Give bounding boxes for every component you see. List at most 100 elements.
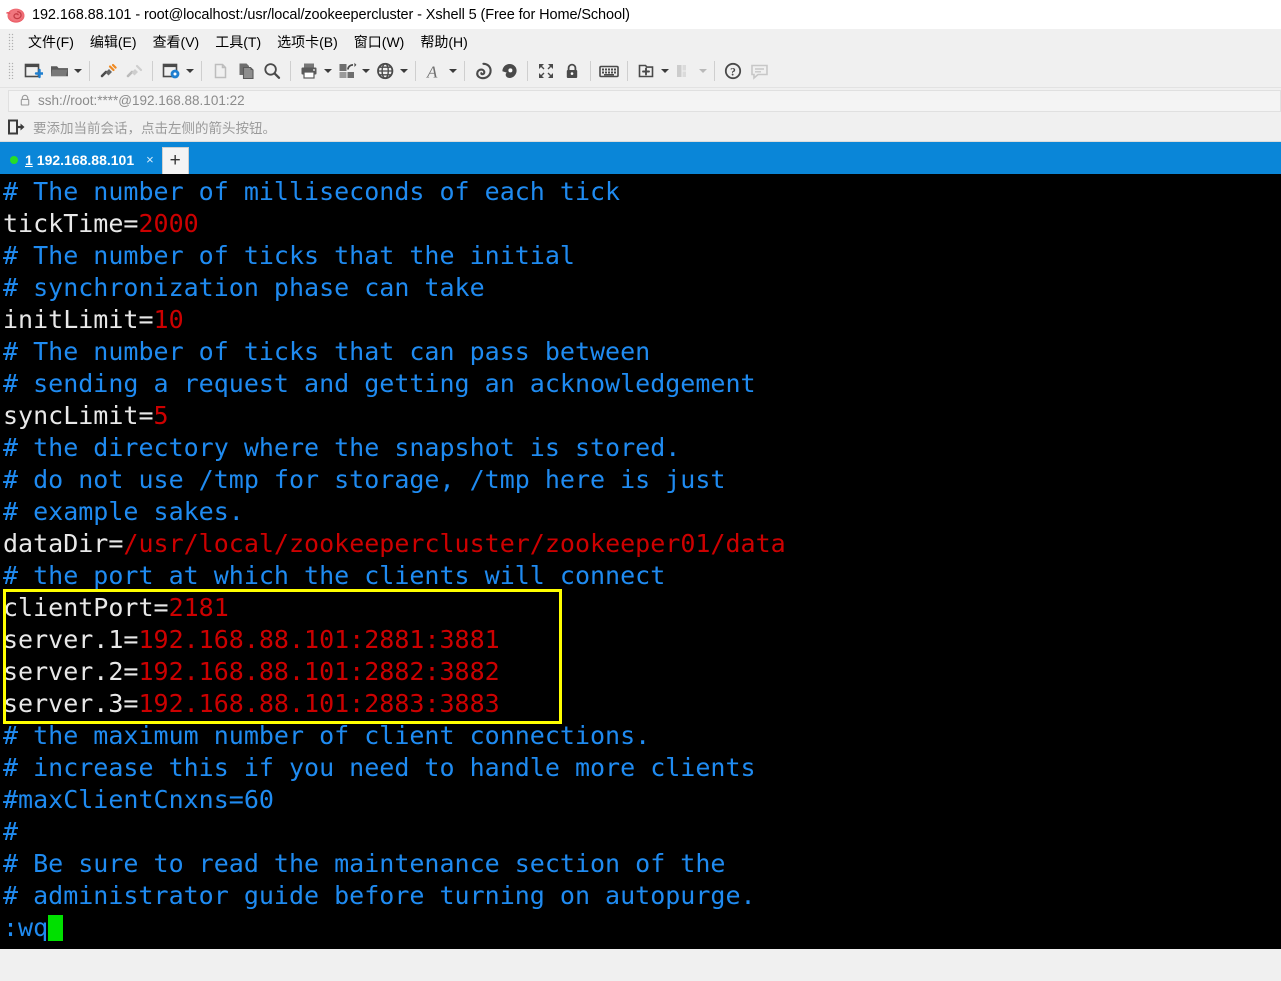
terminal-text-comment: # the port at which the clients will con… — [3, 561, 666, 590]
terminal-line: # Be sure to read the maintenance sectio… — [3, 848, 1281, 880]
hint-bar: 要添加当前会话，点击左侧的箭头按钮。 — [0, 113, 1281, 142]
connect-icon[interactable] — [95, 58, 121, 84]
add-to-folder-dropdown-caret-icon[interactable] — [659, 58, 671, 84]
terminal-text-comment: # example sakes. — [3, 497, 244, 526]
globe-dropdown-caret-icon[interactable] — [398, 58, 410, 84]
print-icon[interactable] — [296, 58, 322, 84]
terminal-text-key: syncLimit= — [3, 401, 154, 430]
toolbar-separator — [464, 60, 465, 81]
terminal-line: tickTime=2000 — [3, 208, 1281, 240]
menubar-grip-icon[interactable] — [8, 33, 14, 50]
menu-tabs[interactable]: 选项卡(B) — [269, 30, 346, 54]
session-properties-dropdown-caret-icon[interactable] — [184, 58, 196, 84]
xftp-icon[interactable] — [470, 58, 496, 84]
terminal-cursor — [48, 915, 64, 941]
toolbar-separator — [415, 60, 416, 81]
toolbar-separator — [527, 60, 528, 81]
globe-icon[interactable] — [372, 58, 398, 84]
help-icon[interactable]: ? — [720, 58, 746, 84]
terminal-screen[interactable]: # The number of milliseconds of each tic… — [0, 174, 1281, 949]
terminal-line: # The number of milliseconds of each tic… — [3, 176, 1281, 208]
terminal-line: server.1=192.168.88.101:2881:3881 — [3, 624, 1281, 656]
layout-icon[interactable] — [671, 58, 697, 84]
toolbar-separator — [590, 60, 591, 81]
url-bar-row: ssh://root:****@192.168.88.101:22 — [0, 88, 1281, 113]
font-dropdown-caret-icon[interactable] — [447, 58, 459, 84]
menu-window[interactable]: 窗口(W) — [346, 30, 413, 54]
terminal-text-val: /usr/local/zookeepercluster/zookeeper01/… — [123, 529, 786, 558]
layout-dropdown-caret-icon[interactable] — [697, 58, 709, 84]
toolbar-separator — [714, 60, 715, 81]
terminal-text-comment: # sending a request and getting an ackno… — [3, 369, 756, 398]
add-to-folder-icon[interactable] — [633, 58, 659, 84]
menu-tools[interactable]: 工具(T) — [207, 30, 269, 54]
terminal-line: # example sakes. — [3, 496, 1281, 528]
terminal-text-val: 192.168.88.101:2883:3883 — [138, 689, 500, 718]
toolbar-grip-icon[interactable] — [8, 62, 14, 79]
tab-192-168-88-101[interactable]: 1 192.168.88.101 × — [0, 145, 161, 174]
terminal-line: dataDir=/usr/local/zookeepercluster/zook… — [3, 528, 1281, 560]
transfer-file-dropdown-caret-icon[interactable] — [360, 58, 372, 84]
close-icon[interactable]: × — [146, 152, 154, 167]
add-session-arrow-icon[interactable] — [8, 119, 25, 135]
terminal-text-comment: # increase this if you need to handle mo… — [3, 753, 756, 782]
menu-edit[interactable]: 编辑(E) — [82, 30, 145, 54]
terminal-line: initLimit=10 — [3, 304, 1281, 336]
menu-help[interactable]: 帮助(H) — [412, 30, 475, 54]
keyboard-icon[interactable] — [596, 58, 622, 84]
font-icon[interactable]: A — [421, 58, 447, 84]
toolbar: A ? — [0, 54, 1281, 88]
terminal-text-comment: # — [3, 817, 19, 846]
terminal-line: server.3=192.168.88.101:2883:3883 — [3, 688, 1281, 720]
terminal-text-val: 2181 — [168, 593, 229, 622]
terminal-line: # the directory where the snapshot is st… — [3, 432, 1281, 464]
terminal-line: # increase this if you need to handle mo… — [3, 752, 1281, 784]
find-icon[interactable] — [259, 58, 285, 84]
terminal-line: syncLimit=5 — [3, 400, 1281, 432]
menu-view[interactable]: 查看(V) — [145, 30, 208, 54]
new-session-icon[interactable] — [20, 58, 46, 84]
terminal-line: clientPort=2181 — [3, 592, 1281, 624]
new-tab-button[interactable]: + — [161, 147, 189, 174]
terminal-text-comment: # synchronization phase can take — [3, 273, 485, 302]
session-properties-icon[interactable] — [158, 58, 184, 84]
paste-icon[interactable] — [233, 58, 259, 84]
terminal-text-comment: # The number of ticks that the initial — [3, 241, 575, 270]
tab-number: 1 — [25, 151, 33, 168]
terminal-text-comment: # The number of ticks that can pass betw… — [3, 337, 651, 366]
terminal-line: #maxClientCnxns=60 — [3, 784, 1281, 816]
title-bar: 192.168.88.101 - root@localhost:/usr/loc… — [0, 0, 1281, 29]
fullscreen-icon[interactable] — [533, 58, 559, 84]
tab-bar: 1 192.168.88.101 × + — [0, 142, 1281, 174]
terminal-text-comment: # administrator guide before turning on … — [3, 881, 756, 910]
svg-text:A: A — [426, 62, 438, 81]
lock-icon[interactable] — [559, 58, 585, 84]
terminal-text-comment: #maxClientCnxns=60 — [3, 785, 274, 814]
lock-icon — [19, 94, 31, 107]
terminal-line: # do not use /tmp for storage, /tmp here… — [3, 464, 1281, 496]
terminal-text-comment: # the maximum number of client connectio… — [3, 721, 651, 750]
print-dropdown-caret-icon[interactable] — [322, 58, 334, 84]
menu-file[interactable]: 文件(F) — [20, 30, 82, 54]
svg-text:?: ? — [730, 66, 736, 78]
terminal-text-key: initLimit= — [3, 305, 154, 334]
disconnect-icon[interactable] — [121, 58, 147, 84]
terminal-text-comment: # Be sure to read the maintenance sectio… — [3, 849, 726, 878]
comment-icon[interactable] — [746, 58, 772, 84]
terminal-line: # administrator guide before turning on … — [3, 880, 1281, 912]
copy-icon[interactable] — [207, 58, 233, 84]
terminal-line: # The number of ticks that the initial — [3, 240, 1281, 272]
open-folder-icon[interactable] — [46, 58, 72, 84]
terminal-lines: # The number of milliseconds of each tic… — [3, 176, 1281, 944]
terminal-text-key: clientPort= — [3, 593, 169, 622]
terminal-text-val: 5 — [153, 401, 169, 430]
terminal-text-key: tickTime= — [3, 209, 139, 238]
tab-status-dot-icon — [10, 155, 18, 164]
xshell-compose-icon[interactable] — [496, 58, 522, 84]
terminal-text-val: 10 — [153, 305, 184, 334]
terminal-line: # — [3, 816, 1281, 848]
transfer-file-icon[interactable] — [334, 58, 360, 84]
session-url-input[interactable]: ssh://root:****@192.168.88.101:22 — [8, 89, 1281, 112]
open-folder-dropdown-caret-icon[interactable] — [72, 58, 84, 84]
toolbar-separator — [89, 60, 90, 81]
